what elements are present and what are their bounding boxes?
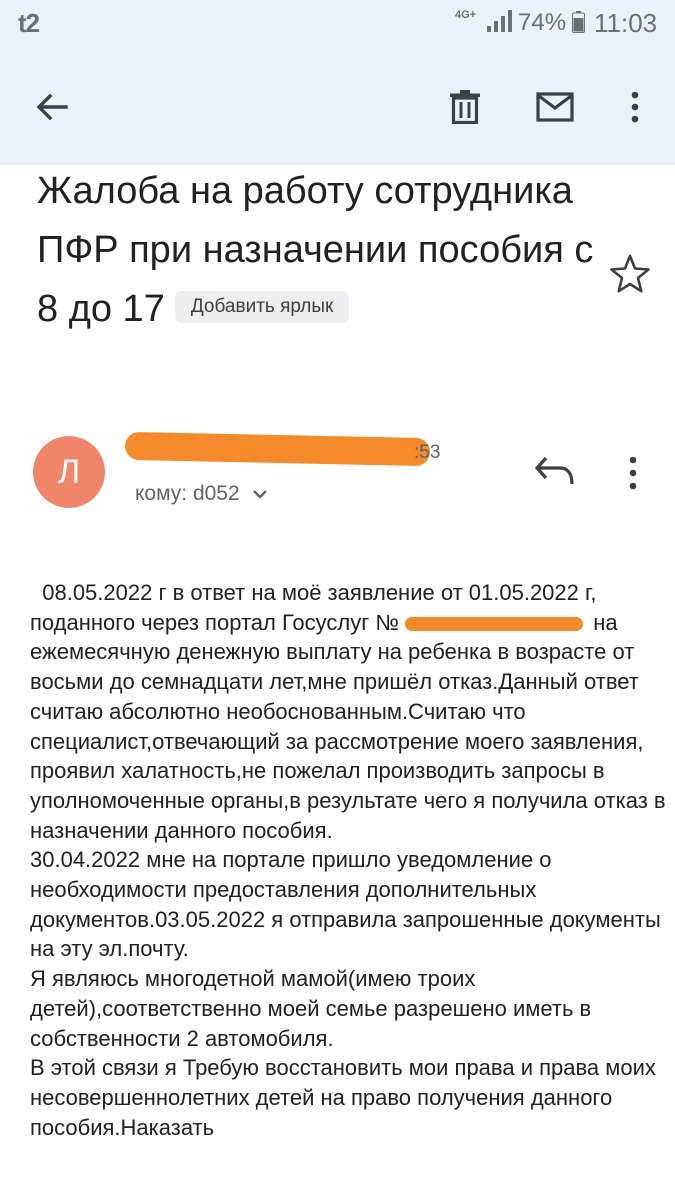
- body-paragraph-1: 08.05.2022 г в ответ на моё заявление от…: [30, 578, 670, 845]
- arrow-left-icon: [36, 93, 68, 120]
- battery-percent: 74%: [518, 9, 567, 36]
- email-body: 08.05.2022 г в ответ на моё заявление от…: [30, 578, 670, 1142]
- more-vert-icon: [631, 91, 639, 122]
- send-time: :53: [414, 442, 441, 463]
- battery-icon: [572, 11, 585, 33]
- sender-name-redaction: [124, 431, 431, 467]
- app-toolbar: [0, 48, 675, 165]
- recipient-text: кому: d052: [135, 482, 240, 505]
- body-paragraph-2: 30.04.2022 мне на портале пришло уведомл…: [30, 847, 667, 962]
- more-options-button[interactable]: [605, 48, 665, 165]
- carrier-label: t2: [18, 8, 40, 38]
- network-type: 4G+: [455, 9, 477, 21]
- body-paragraph-3: Я являюсь многодетной мамой(имею троих д…: [30, 966, 598, 1051]
- body-paragraph-4: В этой связи я Требую восстановить мои п…: [30, 1055, 663, 1140]
- delete-button[interactable]: [435, 48, 495, 165]
- sender-avatar[interactable]: Л: [33, 436, 105, 508]
- recipients-toggle[interactable]: кому: d052: [135, 482, 268, 506]
- application-number-redaction: [405, 616, 584, 631]
- back-button[interactable]: [22, 48, 82, 165]
- message-more-icon[interactable]: [615, 452, 651, 496]
- email-subject: Жалоба на работу сотрудника ПФР при назн…: [37, 162, 597, 339]
- signal-icon: [487, 10, 512, 32]
- reply-icon[interactable]: [532, 452, 578, 492]
- mark-unread-button[interactable]: [525, 48, 585, 165]
- chevron-down-icon: [252, 490, 267, 499]
- body-text: на ежемесячную денежную выплату на ребен…: [30, 609, 672, 843]
- clock: 11:03: [594, 8, 658, 38]
- trash-icon: [450, 89, 480, 124]
- status-bar: t2 4G+ 74% 11:03: [0, 0, 675, 48]
- envelope-icon: [536, 91, 574, 122]
- add-label-chip[interactable]: Добавить ярлык: [174, 290, 350, 323]
- star-outline-icon[interactable]: [608, 252, 652, 296]
